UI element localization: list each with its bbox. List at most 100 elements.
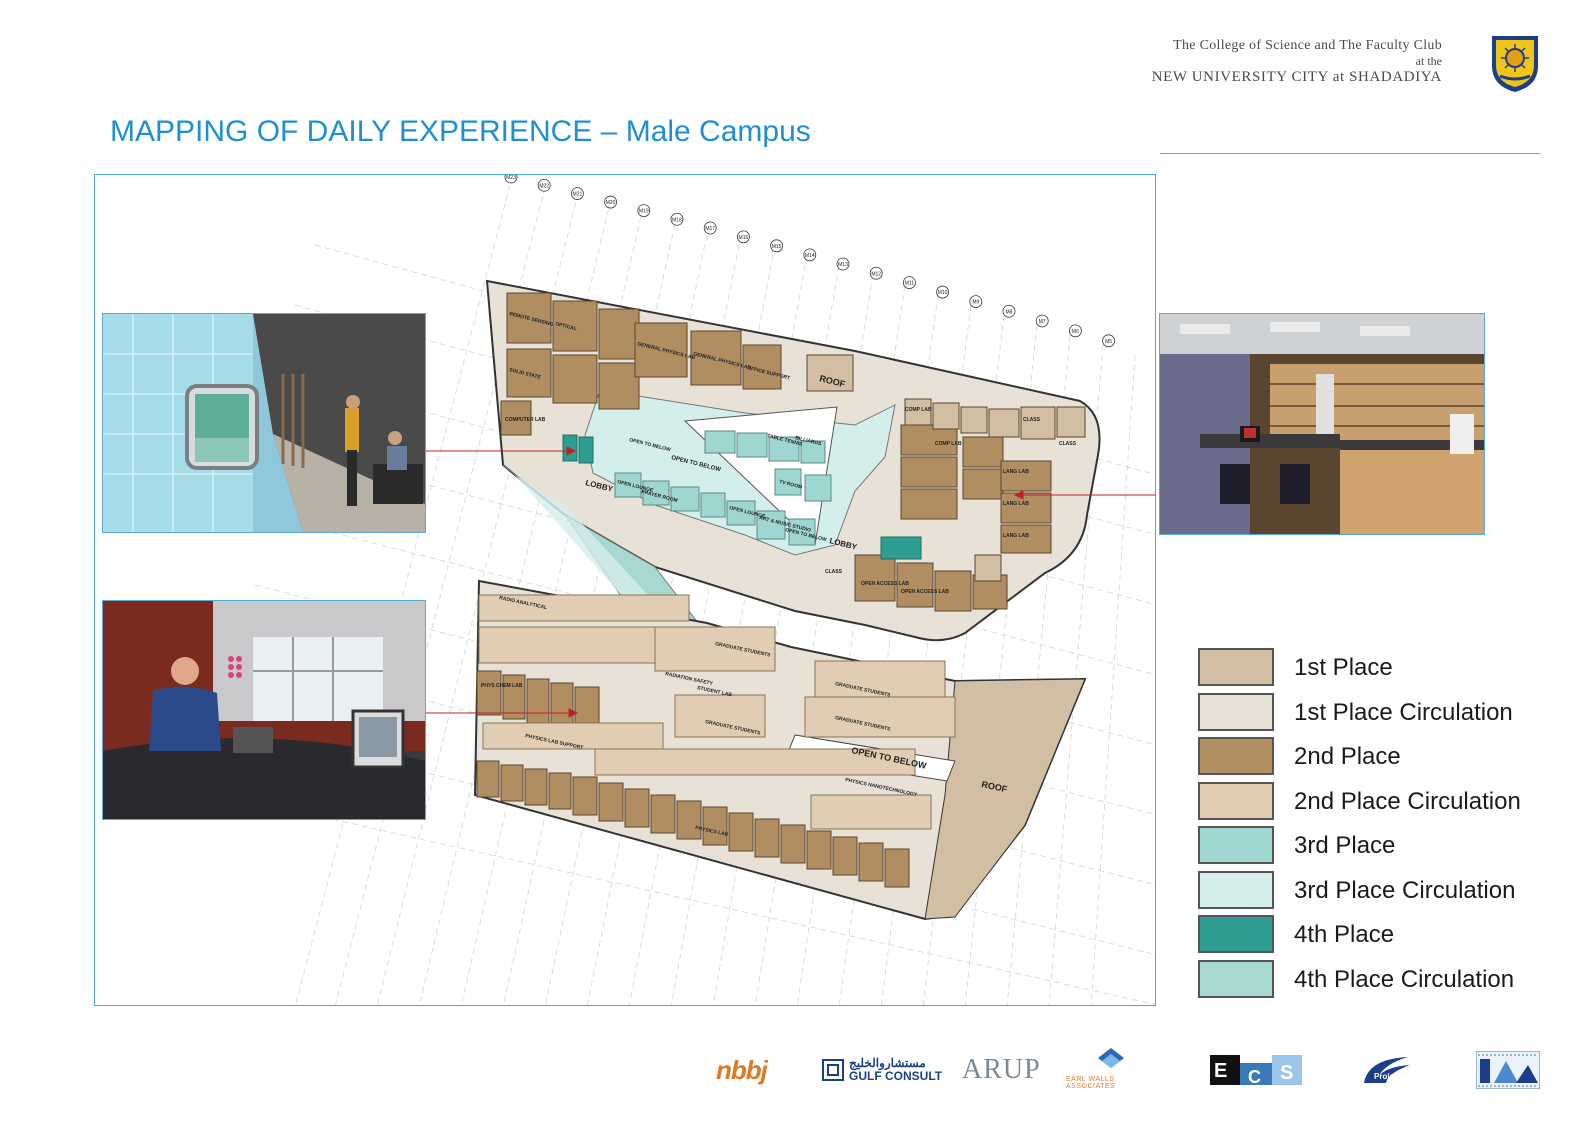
grid-marker-label: M11 <box>905 281 915 287</box>
gulf-consult-mark-icon <box>822 1059 844 1081</box>
grid-marker-label: M13 <box>838 262 848 268</box>
grid-marker-label: M18 <box>672 217 682 223</box>
photo-laboratory <box>1159 313 1485 535</box>
ecs-letter-c: C <box>1248 1067 1261 1085</box>
label-lang-lab-2: LANG LAB <box>1003 501 1029 507</box>
grid-marker-label: M20 <box>606 200 616 206</box>
grid-marker-label: M22 <box>539 183 549 189</box>
legend-label: 4th Place <box>1294 921 1395 948</box>
label-open-access-2: OPEN ACCESS LAB <box>901 589 949 595</box>
header-line-2: at the <box>1415 54 1442 68</box>
legend-item: 4th Place Circulation <box>1198 959 1558 1000</box>
grid-marker: M20 <box>604 195 617 209</box>
legend-swatch <box>1198 737 1274 775</box>
grid-marker-label: M23 <box>506 175 516 181</box>
grid-marker-label: M9 <box>972 300 979 306</box>
label-computer-lab: COMPUTER LAB <box>505 417 546 423</box>
grid-marker: M7 <box>1035 314 1049 328</box>
header-line-3: NEW UNIVERSITY CITY at SHADADIYA <box>1151 69 1442 85</box>
earl-walls-diamond-icon <box>1098 1048 1124 1068</box>
university-crest-logo <box>1492 36 1538 92</box>
legend-label: 2nd Place <box>1294 743 1401 770</box>
legend-label: 4th Place Circulation <box>1294 965 1515 993</box>
projacs-logo: Projacs <box>1360 1048 1412 1092</box>
grid-marker: M16 <box>737 230 750 244</box>
projacs-text: Projacs <box>1374 1072 1403 1081</box>
label-class-2: CLASS <box>1059 441 1077 447</box>
grid-marker: M9 <box>969 295 983 308</box>
grid-marker-label: M19 <box>639 209 649 215</box>
ecs-mark-icon: E C S <box>1210 1055 1302 1085</box>
gulf-consult-logo: مستشاروالخليج GULF CONSULT <box>822 1048 942 1092</box>
grid-marker-label: M5 <box>1105 339 1112 345</box>
arup-logo: ARUP <box>962 1054 1041 1085</box>
grid-marker-label: M6 <box>1072 329 1079 335</box>
grid-marker: M19 <box>637 204 651 217</box>
grid-marker: M13 <box>836 257 850 271</box>
page-title: MAPPING OF DAILY EXPERIENCE – Male Campu… <box>110 115 811 148</box>
legend-label: 2nd Place Circulation <box>1294 787 1521 815</box>
grid-marker-label: M17 <box>705 226 715 232</box>
institution-header: The College of Science and The Faculty C… <box>1152 38 1442 86</box>
grid-marker-label: M16 <box>739 235 749 241</box>
grid-marker: M14 <box>803 248 817 262</box>
floor-plan-frame: M23 M22 M21 M20 M19 M18 M17 M16 M15 M14 M13 M12 M11 M… <box>94 174 1156 1006</box>
ecs-letter-e: E <box>1214 1060 1227 1082</box>
earl-walls-logo: EARL WALLS ASSOCIATES <box>1066 1048 1156 1092</box>
earl-walls-text: EARL WALLS ASSOCIATES <box>1066 1076 1116 1090</box>
consultant-logo <box>1476 1048 1540 1092</box>
legend-item: 1st Place Circulation <box>1198 692 1558 733</box>
legend-item: 3rd Place <box>1198 826 1558 866</box>
grid-marker: M18 <box>670 212 684 226</box>
grid-marker: M22 <box>537 178 551 192</box>
grid-marker-label: M12 <box>871 271 881 277</box>
label-phys-chem-lab: PHYS CHEM LAB <box>481 683 523 689</box>
grid-marker-label: M8 <box>1006 309 1013 315</box>
legend-label: 1st Place Circulation <box>1294 698 1513 726</box>
legend-item: 2nd Place <box>1198 737 1558 777</box>
grid-marker: M21 <box>570 187 584 201</box>
legend-label: 3rd Place <box>1294 832 1396 859</box>
legend-label: 3rd Place Circulation <box>1294 876 1516 904</box>
label-comp-lab-2: COMP LAB <box>905 407 932 413</box>
legend-swatch <box>1198 959 1274 998</box>
grid-marker: M6 <box>1069 324 1082 338</box>
grid-marker: M23 <box>504 175 518 184</box>
gulf-consult-latin: GULF CONSULT <box>849 1069 943 1083</box>
grid-marker-label: M21 <box>573 192 583 198</box>
floor-plan-drawing: M23 M22 M21 M20 M19 M18 M17 M16 M15 M14 M13 M12 M11 M… <box>224 175 1155 1005</box>
label-lang-lab-3: LANG LAB <box>1003 533 1029 539</box>
footer-logo-strip: nbbj مستشاروالخليج GULF CONSULT ARUP EAR… <box>0 1048 1584 1108</box>
grid-marker-label: M14 <box>805 253 815 259</box>
photo-glass-corridor <box>102 313 426 533</box>
legend-item: 1st Place <box>1198 648 1558 688</box>
photo-office-desk <box>102 600 426 820</box>
grid-marker: M15 <box>770 239 783 253</box>
legend-item: 3rd Place Circulation <box>1198 870 1558 911</box>
label-lang-lab-1: LANG LAB <box>1003 469 1029 475</box>
ecs-logo: E C S <box>1210 1048 1302 1092</box>
header-line-1: The College of Science and The Faculty C… <box>1173 38 1442 53</box>
legend-item: 4th Place <box>1198 915 1558 955</box>
grid-marker-label: M10 <box>938 290 948 296</box>
grid-marker: M5 <box>1102 334 1115 348</box>
grid-marker-label: M7 <box>1039 319 1046 325</box>
ecs-letter-s: S <box>1280 1062 1293 1084</box>
label-open-access-1: OPEN ACCESS LAB <box>861 581 909 587</box>
grid-marker: M17 <box>703 221 717 235</box>
legend-swatch <box>1198 648 1274 686</box>
legend-swatch <box>1198 915 1274 953</box>
legend-swatch <box>1198 692 1274 731</box>
legend-swatch <box>1198 826 1274 864</box>
legend-item: 2nd Place Circulation <box>1198 781 1558 822</box>
grid-marker: M10 <box>936 285 949 299</box>
legend-swatch <box>1198 781 1274 820</box>
header-divider <box>1160 153 1540 154</box>
gulf-consult-text: مستشاروالخليج GULF CONSULT <box>849 1057 942 1083</box>
label-class-3: CLASS <box>825 569 843 575</box>
label-class-1: CLASS <box>1023 417 1041 423</box>
projacs-mark-icon: Projacs <box>1364 1057 1410 1083</box>
nbbj-logo: nbbj <box>716 1054 768 1085</box>
grid-marker-label: M15 <box>772 244 782 250</box>
grid-marker: M8 <box>1002 304 1016 318</box>
